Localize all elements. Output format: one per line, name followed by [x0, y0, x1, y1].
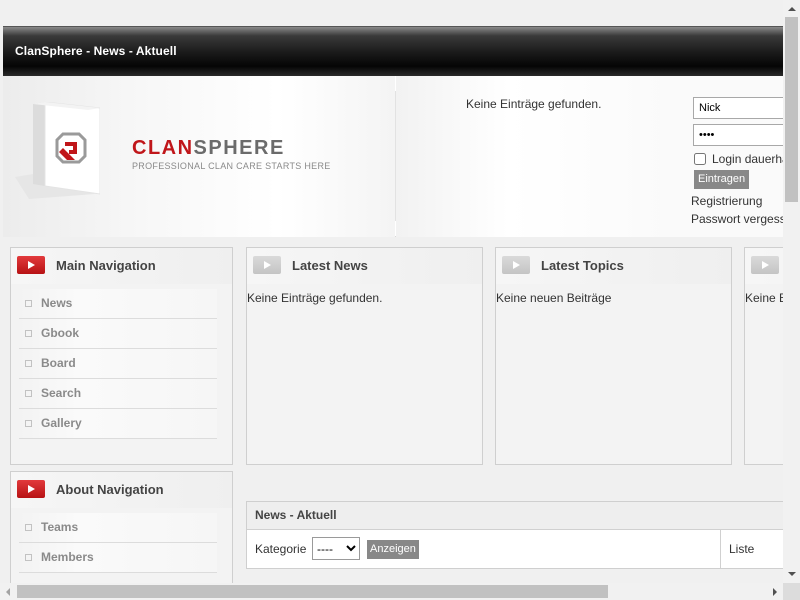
- category-select[interactable]: ----: [312, 537, 360, 560]
- latest-news-box: Latest News Keine Einträge gefunden.: [246, 247, 483, 465]
- latest-news-title: Latest News: [292, 258, 368, 273]
- scrollbar-corner: [783, 583, 800, 600]
- nav-item-gbook[interactable]: Gbook: [19, 319, 217, 349]
- nav-item-label: Search: [41, 386, 82, 400]
- nav-item-gallery[interactable]: Gallery: [19, 409, 217, 439]
- bullet-icon: [25, 554, 32, 561]
- browser-viewport: ClanSphere - News - Aktuell CLANSPHERE P…: [0, 0, 783, 583]
- filter-divider: [720, 530, 721, 568]
- logo-wordmark: CLANSPHERE: [132, 137, 285, 160]
- horizontal-scroll-thumb[interactable]: [17, 585, 608, 598]
- nav-item-label: Board: [41, 356, 76, 370]
- latest-news-header: Latest News: [247, 248, 482, 284]
- login-form: Login dauerhaft Eintragen Registrierung …: [676, 76, 783, 237]
- play-icon: [17, 256, 45, 274]
- play-icon: [17, 480, 45, 498]
- password-input[interactable]: [693, 124, 783, 146]
- play-icon: [502, 256, 530, 274]
- nav-item-label: Gbook: [41, 326, 79, 340]
- nav-item-label: Teams: [41, 520, 79, 534]
- nav-item-teams[interactable]: Teams: [19, 513, 217, 543]
- remember-login-label: Login dauerhaft: [712, 152, 783, 166]
- nav-item-search[interactable]: Search: [19, 379, 217, 409]
- horizontal-scrollbar[interactable]: [0, 583, 783, 600]
- latest-topics-header: Latest Topics: [496, 248, 731, 284]
- main-navigation-title: Main Navigation: [56, 258, 156, 273]
- nick-input[interactable]: [693, 97, 783, 119]
- third-info-header: [745, 248, 783, 284]
- news-aktuell-box: News - Aktuell Kategorie ---- Anzeigen L…: [246, 501, 783, 569]
- main-navigation-panel: Main Navigation News Gbook Board Search …: [10, 247, 233, 465]
- about-navigation-panel: About Navigation Teams Members: [10, 471, 233, 583]
- nav-item-news[interactable]: News: [19, 289, 217, 319]
- nav-item-board[interactable]: Board: [19, 349, 217, 379]
- login-submit-button[interactable]: Eintragen: [694, 170, 750, 189]
- latest-topics-content: Keine neuen Beiträge: [496, 291, 612, 305]
- site-header: CLANSPHERE PROFESSIONAL CLAN CARE STARTS…: [3, 76, 783, 237]
- logo-area: CLANSPHERE PROFESSIONAL CLAN CARE STARTS…: [3, 76, 395, 237]
- bullet-icon: [25, 330, 32, 337]
- bullet-icon: [25, 360, 32, 367]
- third-info-box: Keine E: [744, 247, 783, 465]
- bullet-icon: [25, 524, 32, 531]
- news-aktuell-title: News - Aktuell: [255, 508, 337, 522]
- nav-item-label: News: [41, 296, 73, 310]
- about-navigation-header: About Navigation: [11, 472, 232, 508]
- about-navigation-title: About Navigation: [56, 482, 164, 497]
- news-aktuell-header: News - Aktuell: [247, 502, 783, 530]
- bullet-icon: [25, 300, 32, 307]
- remember-login-checkbox-box[interactable]: [694, 153, 706, 165]
- third-info-content: Keine E: [745, 291, 783, 305]
- scroll-up-arrow-icon[interactable]: [783, 0, 800, 17]
- play-icon: [751, 256, 779, 274]
- logo-wordmark-sphere: SPHERE: [193, 137, 285, 159]
- header-center-text: Keine Einträge gefunden.: [466, 97, 602, 111]
- page-title: ClanSphere - News - Aktuell: [15, 44, 177, 58]
- clansphere-box-logo-icon: [15, 102, 100, 199]
- news-filter-row: Kategorie ---- Anzeigen Liste: [247, 530, 783, 568]
- latest-news-content: Keine Einträge gefunden.: [247, 291, 383, 305]
- logo-tagline: PROFESSIONAL CLAN CARE STARTS HERE: [132, 161, 331, 171]
- scroll-left-arrow-icon[interactable]: [0, 583, 17, 600]
- page-title-bar: ClanSphere - News - Aktuell: [3, 26, 783, 76]
- main-navigation-header: Main Navigation: [11, 248, 232, 284]
- header-center: Keine Einträge gefunden.: [396, 76, 676, 237]
- latest-topics-box: Latest Topics Keine neuen Beiträge: [495, 247, 732, 465]
- nav-item-label: Gallery: [41, 416, 82, 430]
- latest-topics-title: Latest Topics: [541, 258, 624, 273]
- category-label: Kategorie: [255, 542, 307, 556]
- forgot-password-link[interactable]: Passwort vergessen: [691, 212, 783, 226]
- remember-login-checkbox[interactable]: Login dauerhaft: [694, 152, 783, 166]
- scroll-down-arrow-icon[interactable]: [783, 566, 800, 583]
- show-button[interactable]: Anzeigen: [367, 540, 419, 559]
- bullet-icon: [25, 420, 32, 427]
- scroll-right-arrow-icon[interactable]: [766, 583, 783, 600]
- nav-item-members[interactable]: Members: [19, 543, 217, 573]
- list-link[interactable]: Liste: [729, 542, 754, 556]
- bullet-icon: [25, 390, 32, 397]
- nav-item-label: Members: [41, 550, 94, 564]
- register-link[interactable]: Registrierung: [691, 194, 762, 208]
- logo-wordmark-clan: CLAN: [132, 137, 194, 159]
- vertical-scroll-thumb[interactable]: [785, 17, 798, 202]
- play-icon: [253, 256, 281, 274]
- vertical-scrollbar[interactable]: [783, 0, 800, 583]
